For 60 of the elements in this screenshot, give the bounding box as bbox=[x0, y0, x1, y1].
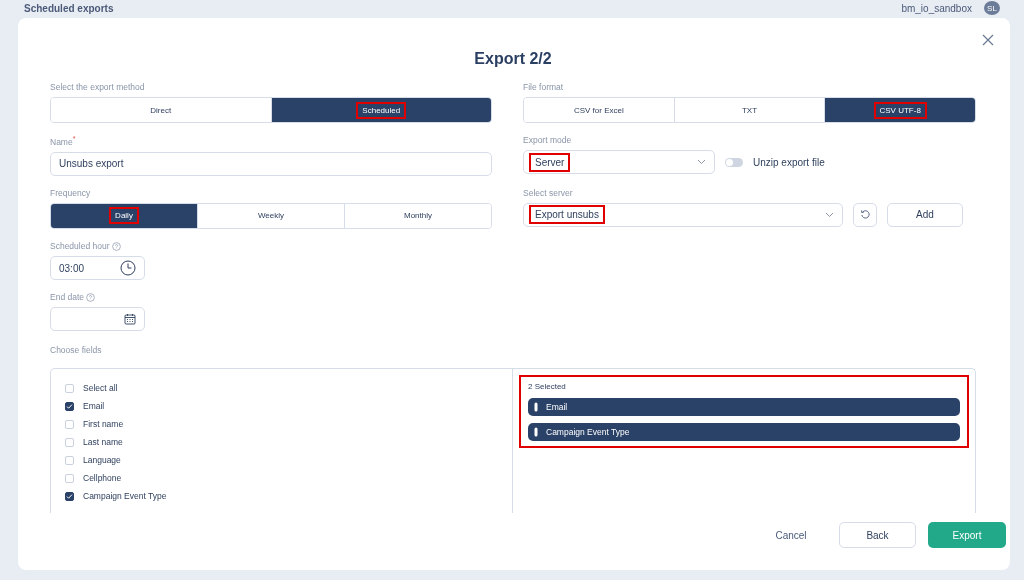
selected-field-chip[interactable]: Email bbox=[528, 398, 960, 417]
user-avatar[interactable]: SL bbox=[984, 1, 1000, 15]
field-checkbox[interactable]: Select all bbox=[65, 383, 498, 394]
drag-handle-icon[interactable] bbox=[534, 402, 538, 413]
field-label: Choose fields bbox=[50, 345, 103, 356]
calendar-icon bbox=[124, 313, 136, 326]
dropdown-value: Server bbox=[532, 155, 568, 169]
back-button[interactable]: Back bbox=[839, 522, 916, 549]
refresh-icon bbox=[859, 209, 871, 221]
page-title: Scheduled exports bbox=[24, 2, 115, 14]
check-icon bbox=[66, 402, 73, 410]
field-checkbox[interactable]: Cellphone bbox=[65, 473, 498, 484]
segment-tab[interactable]: Daily bbox=[51, 203, 197, 228]
segment-label: CSV UTF-8 bbox=[876, 104, 924, 116]
segment-tab[interactable]: Monthly bbox=[344, 203, 491, 228]
date-field[interactable] bbox=[50, 307, 145, 332]
field-checkbox[interactable]: Campaign Event Type bbox=[65, 491, 498, 502]
segment-label: Monthly bbox=[404, 211, 432, 221]
field-checkbox[interactable]: First name bbox=[65, 419, 498, 430]
field-label: Name$^{*}$ bbox=[50, 135, 77, 147]
segment-tab[interactable]: Scheduled bbox=[270, 98, 491, 122]
add-button[interactable]: Add bbox=[887, 202, 963, 227]
drag-handle-icon[interactable] bbox=[534, 427, 538, 438]
cancel-button[interactable]: Cancel bbox=[755, 522, 827, 549]
segment-label: CSV for Excel bbox=[573, 105, 624, 115]
field-label: Select the export method bbox=[50, 82, 146, 92]
selected-field-chip[interactable]: Campaign Event Type bbox=[528, 423, 960, 442]
clock-icon bbox=[120, 260, 136, 277]
check-icon bbox=[66, 492, 73, 500]
field-label: File format bbox=[523, 82, 565, 92]
chevron-down-icon bbox=[825, 211, 834, 218]
connection-dropdown[interactable]: Export unsubs bbox=[523, 202, 843, 227]
time-field[interactable]: 03:00 bbox=[50, 256, 145, 281]
field-checkbox[interactable]: Email bbox=[65, 401, 498, 412]
segment-tab[interactable]: CSV UTF-8 bbox=[824, 98, 975, 122]
chevron-down-icon bbox=[697, 159, 706, 165]
segment-label: Daily bbox=[112, 210, 136, 222]
name-field[interactable]: Unsubs export bbox=[50, 151, 492, 176]
field-label: Select server bbox=[523, 187, 574, 198]
segment-label: Direct bbox=[150, 105, 172, 115]
segment-label: Scheduled bbox=[359, 104, 404, 116]
dialog-title: Export 2/2 bbox=[473, 50, 553, 68]
dropdown-value: Export unsubs bbox=[532, 208, 602, 222]
segment-label: Weekly bbox=[257, 211, 285, 221]
selected-count: 2 Selected bbox=[528, 382, 567, 392]
close-icon[interactable] bbox=[982, 34, 994, 46]
field-label: Frequency bbox=[50, 187, 92, 198]
field-label: End date bbox=[50, 292, 492, 303]
segment-label: TXT bbox=[741, 105, 758, 115]
field-checkbox[interactable]: Language bbox=[65, 455, 498, 466]
account-name: bm_io_sandbox bbox=[901, 2, 972, 14]
help-icon bbox=[86, 293, 96, 303]
field-checkbox[interactable]: Last name bbox=[65, 437, 498, 448]
field-label: Export mode bbox=[523, 135, 573, 145]
export-mode-dropdown[interactable]: Server bbox=[523, 150, 715, 174]
field-label: Scheduled hour bbox=[50, 240, 492, 252]
toggle-label: Unzip export file bbox=[753, 156, 825, 168]
toggle-switch[interactable] bbox=[725, 157, 743, 167]
refresh-button[interactable] bbox=[853, 202, 877, 227]
help-icon bbox=[111, 242, 121, 252]
